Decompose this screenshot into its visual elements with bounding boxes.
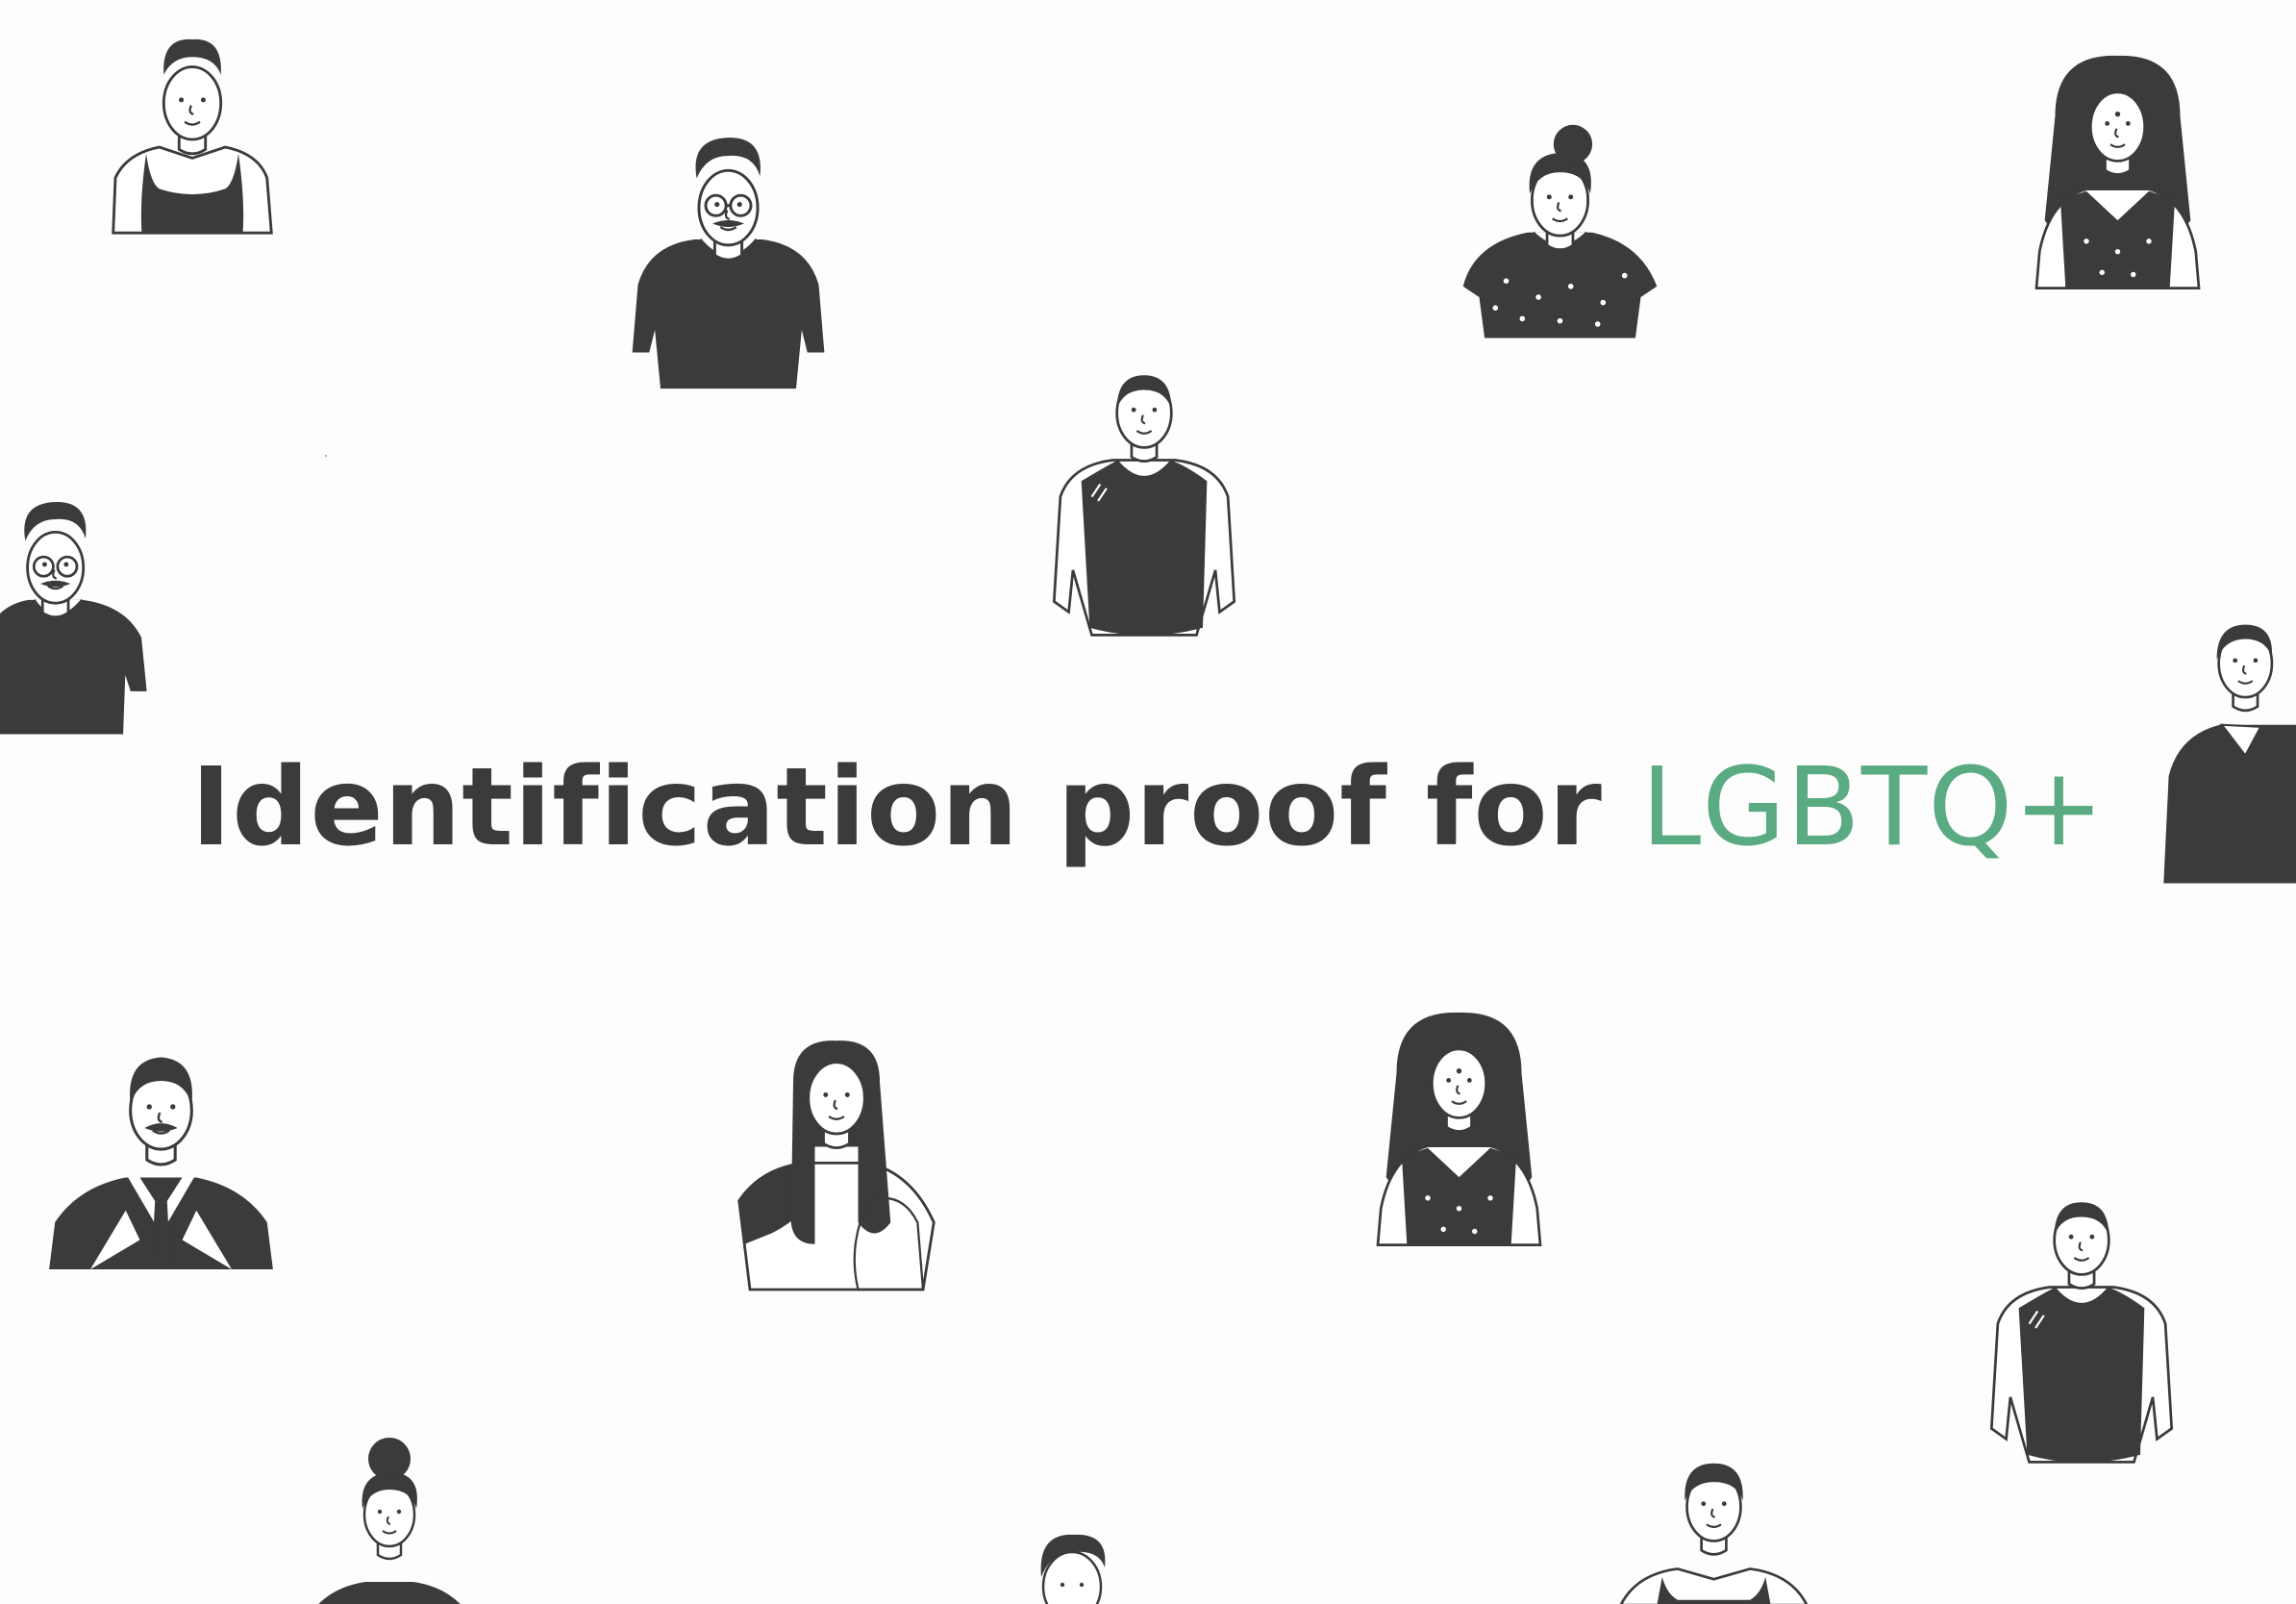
illustration-canvas: Identification proof for LGBTQ+ <box>0 0 2296 1604</box>
person-glasses-mustache-tshirt-icon <box>0 471 168 750</box>
person-buzz-cut-tank-top-icon <box>1038 361 1250 654</box>
person-buzz-cut-tank-top-icon <box>1976 1188 2187 1481</box>
title-prefix: Identification proof for <box>190 745 1603 870</box>
person-hair-bun-dotted-blouse-icon <box>1452 82 1668 351</box>
person-hair-bun-top-icon <box>293 1418 486 1604</box>
person-suit-tie-mustache-icon <box>43 1034 279 1269</box>
person-long-hair-saree-icon <box>726 1039 947 1298</box>
person-glasses-mustache-tshirt-icon <box>615 125 841 399</box>
person-short-hair-icon <box>1014 1529 1130 1604</box>
page-title: Identification proof for LGBTQ+ <box>0 745 2296 870</box>
person-long-hair-bindi-dotted-top-icon <box>1351 1000 1567 1250</box>
person-tank-top-short-hair-icon <box>82 24 303 255</box>
person-tank-top-short-hair-icon <box>1610 1423 1817 1604</box>
title-accent: LGBTQ+ <box>1640 745 2106 870</box>
speck <box>325 455 327 457</box>
person-long-hair-bindi-dotted-top-icon <box>2009 43 2226 293</box>
